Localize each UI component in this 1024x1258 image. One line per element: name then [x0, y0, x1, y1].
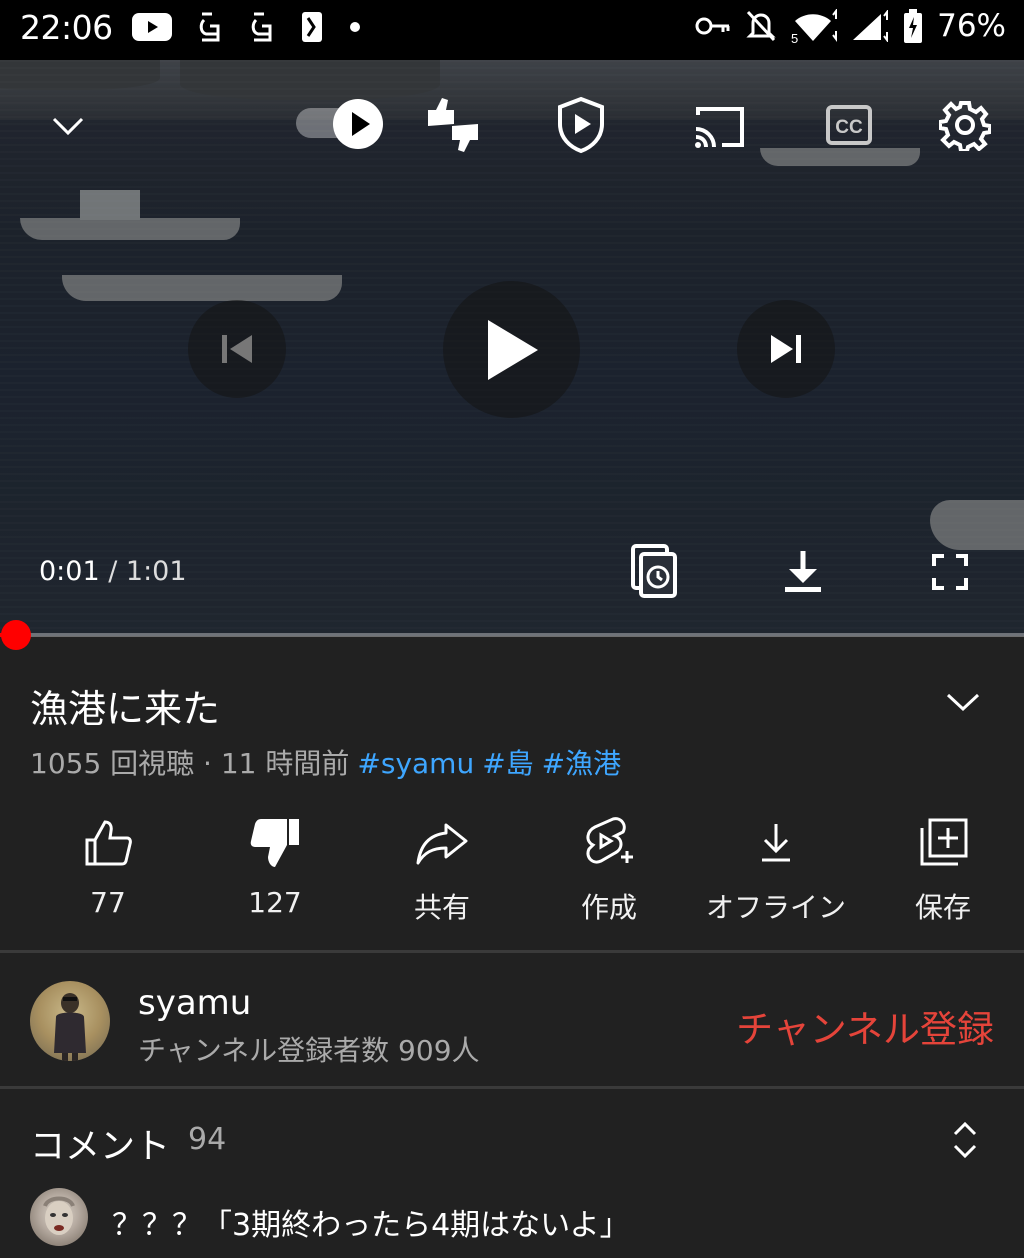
chevron-down-icon	[946, 693, 980, 712]
dot-icon	[350, 22, 360, 32]
shield-play-button[interactable]	[552, 94, 610, 156]
hashtag-link[interactable]: #syamu	[357, 747, 474, 780]
notifications-off-icon	[746, 10, 776, 42]
like-button[interactable]: 77	[24, 812, 192, 932]
time-separator: /	[99, 556, 126, 587]
app-icon	[302, 12, 322, 42]
views-and-age: 1055 回視聴 · 11 時間前	[30, 747, 350, 780]
captions-button[interactable]: CC	[822, 100, 876, 150]
download-button[interactable]	[780, 546, 826, 596]
divider	[0, 1086, 1024, 1089]
like-count: 77	[90, 886, 126, 919]
thumbs-up-icon	[85, 820, 132, 866]
settings-button[interactable]	[936, 96, 994, 154]
expand-comments-button[interactable]	[950, 1120, 980, 1164]
cast-icon	[695, 107, 744, 148]
minimize-button[interactable]	[40, 102, 96, 150]
dislike-extension-button[interactable]	[420, 94, 486, 156]
commenter-avatar[interactable]	[30, 1188, 88, 1246]
app-icon	[251, 12, 272, 42]
fullscreen-button[interactable]	[928, 550, 972, 594]
time-readout: 0:01 / 1:01	[39, 556, 187, 587]
channel-name[interactable]: syamu	[138, 983, 251, 1023]
shorts-create-icon	[586, 817, 633, 864]
video-player[interactable]: CC 0:01 / 1:01	[0, 60, 1024, 636]
save-label: 保存	[914, 891, 971, 924]
chevron-down-icon	[52, 117, 84, 136]
battery-percent: 76%	[937, 8, 1006, 44]
action-bar: 77 127 共有 作成 オフライン 保存	[0, 812, 1024, 942]
play-toggle-icon	[333, 99, 383, 149]
channel-avatar[interactable]	[30, 981, 110, 1061]
download-icon	[785, 551, 821, 592]
comments-count: 94	[188, 1122, 227, 1157]
playlist-add-icon	[920, 818, 968, 866]
download-icon	[762, 824, 790, 862]
signal-icon	[853, 10, 889, 42]
dislike-extension-icon	[428, 98, 478, 152]
status-right-icons: 5 76%	[695, 8, 1006, 44]
cast-button[interactable]	[690, 100, 748, 152]
app-icon	[199, 12, 220, 42]
video-title[interactable]: 漁港に来た	[30, 678, 220, 733]
svg-text:CC: CC	[835, 117, 863, 138]
duration: 1:01	[125, 556, 187, 587]
share-icon	[416, 823, 468, 865]
status-time: 22:06	[20, 8, 113, 47]
youtube-icon	[132, 13, 172, 41]
divider	[0, 950, 1024, 953]
hashtag-link[interactable]: #漁港	[542, 747, 621, 780]
play-button[interactable]	[443, 281, 580, 418]
thumbs-down-icon	[250, 819, 299, 867]
offline-label: オフライン	[705, 891, 846, 924]
video-meta: 1055 回視聴 · 11 時間前 #syamu #島 #漁港	[30, 742, 621, 782]
comments-header[interactable]: コメント	[30, 1118, 170, 1169]
create-button[interactable]: 作成	[525, 812, 693, 932]
previous-icon	[222, 335, 252, 363]
next-icon	[771, 335, 801, 363]
watch-later-button[interactable]	[626, 542, 682, 602]
play-icon	[487, 319, 538, 380]
avatar-image	[54, 993, 86, 1061]
create-label: 作成	[580, 891, 637, 924]
expand-description-button[interactable]	[944, 690, 982, 718]
svg-text:5: 5	[791, 31, 798, 43]
autoplay-toggle[interactable]	[296, 98, 388, 149]
share-label: 共有	[413, 891, 470, 924]
wifi-icon: 5	[791, 9, 838, 43]
fullscreen-icon	[932, 554, 968, 590]
previous-button[interactable]	[188, 300, 286, 398]
comment-preview[interactable]: ？？？「3期終わったら4期はないよ」	[112, 1200, 630, 1244]
progress-scrubber[interactable]	[1, 620, 32, 650]
subscriber-count: チャンネル登録者数 909人	[138, 1034, 480, 1067]
watch-later-icon	[631, 544, 677, 598]
next-button[interactable]	[737, 300, 835, 398]
status-left-icons	[132, 10, 362, 44]
cc-icon: CC	[826, 105, 872, 145]
unfold-icon	[953, 1121, 977, 1159]
vpn-key-icon	[695, 17, 730, 35]
save-button[interactable]: 保存	[859, 812, 1024, 932]
settings-icon	[939, 101, 991, 151]
channel-row[interactable]: syamu チャンネル登録者数 909人 チャンネル登録	[0, 955, 1024, 1085]
dislike-button[interactable]: 127	[191, 812, 359, 932]
dislike-count: 127	[248, 886, 302, 919]
progress-bar[interactable]	[0, 620, 1024, 650]
share-button[interactable]: 共有	[358, 812, 526, 932]
current-time: 0:01	[39, 556, 100, 587]
hashtag-link[interactable]: #島	[482, 747, 533, 780]
battery-charging-icon	[904, 9, 923, 43]
status-bar: 22:06 5 76%	[0, 0, 1024, 60]
subscribe-button[interactable]: チャンネル登録	[736, 999, 994, 1053]
avatar-image	[43, 1196, 75, 1235]
offline-button[interactable]: オフライン	[692, 812, 860, 932]
shield-play-icon	[558, 96, 604, 154]
